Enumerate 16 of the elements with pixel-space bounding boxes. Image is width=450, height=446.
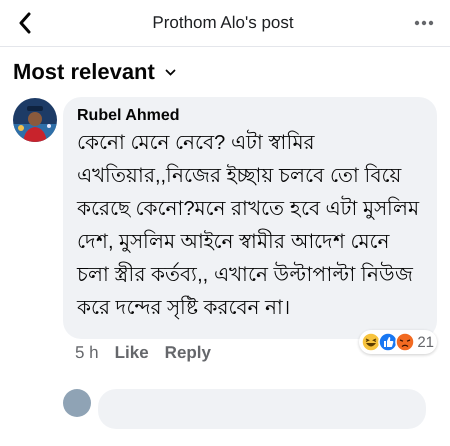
reaction-count: 21 bbox=[417, 334, 434, 350]
chevron-down-icon bbox=[164, 68, 176, 76]
thumbs-up-icon bbox=[378, 332, 398, 352]
comment-text: কেনো মেনে নেবে? এটা স্বামির এখতিয়ার,,নিজের ইচ্ছায় চলবে তো বিয়ে করেছে কেনো?মনে রাখতে হবে এটা মুসলিম দেশ, মুসলিম আইনে স্বামীর আদেশ মেনে চলা স্ত্রীর কর্তব্য,, এখানে উল্টাপাল্টা নিউজ করে দন্দের সৃষ্টি করবেন না। bbox=[77, 127, 421, 325]
comment-time: 5 h bbox=[75, 343, 99, 363]
sort-dropdown[interactable]: Most relevant bbox=[13, 59, 176, 85]
laughing-face-icon bbox=[361, 332, 382, 352]
more-icon[interactable] bbox=[414, 20, 434, 26]
comment-action[interactable]: Reply bbox=[164, 343, 211, 363]
back-icon[interactable] bbox=[18, 12, 32, 34]
page-title: Prothom Alo's post bbox=[152, 13, 294, 33]
author-name[interactable]: Rubel Ahmed bbox=[77, 107, 421, 125]
reactions-badge[interactable]: 21 bbox=[359, 330, 437, 354]
angry-face-icon bbox=[395, 332, 416, 352]
comment-action[interactable]: Like bbox=[114, 343, 149, 363]
avatar bbox=[63, 389, 91, 417]
